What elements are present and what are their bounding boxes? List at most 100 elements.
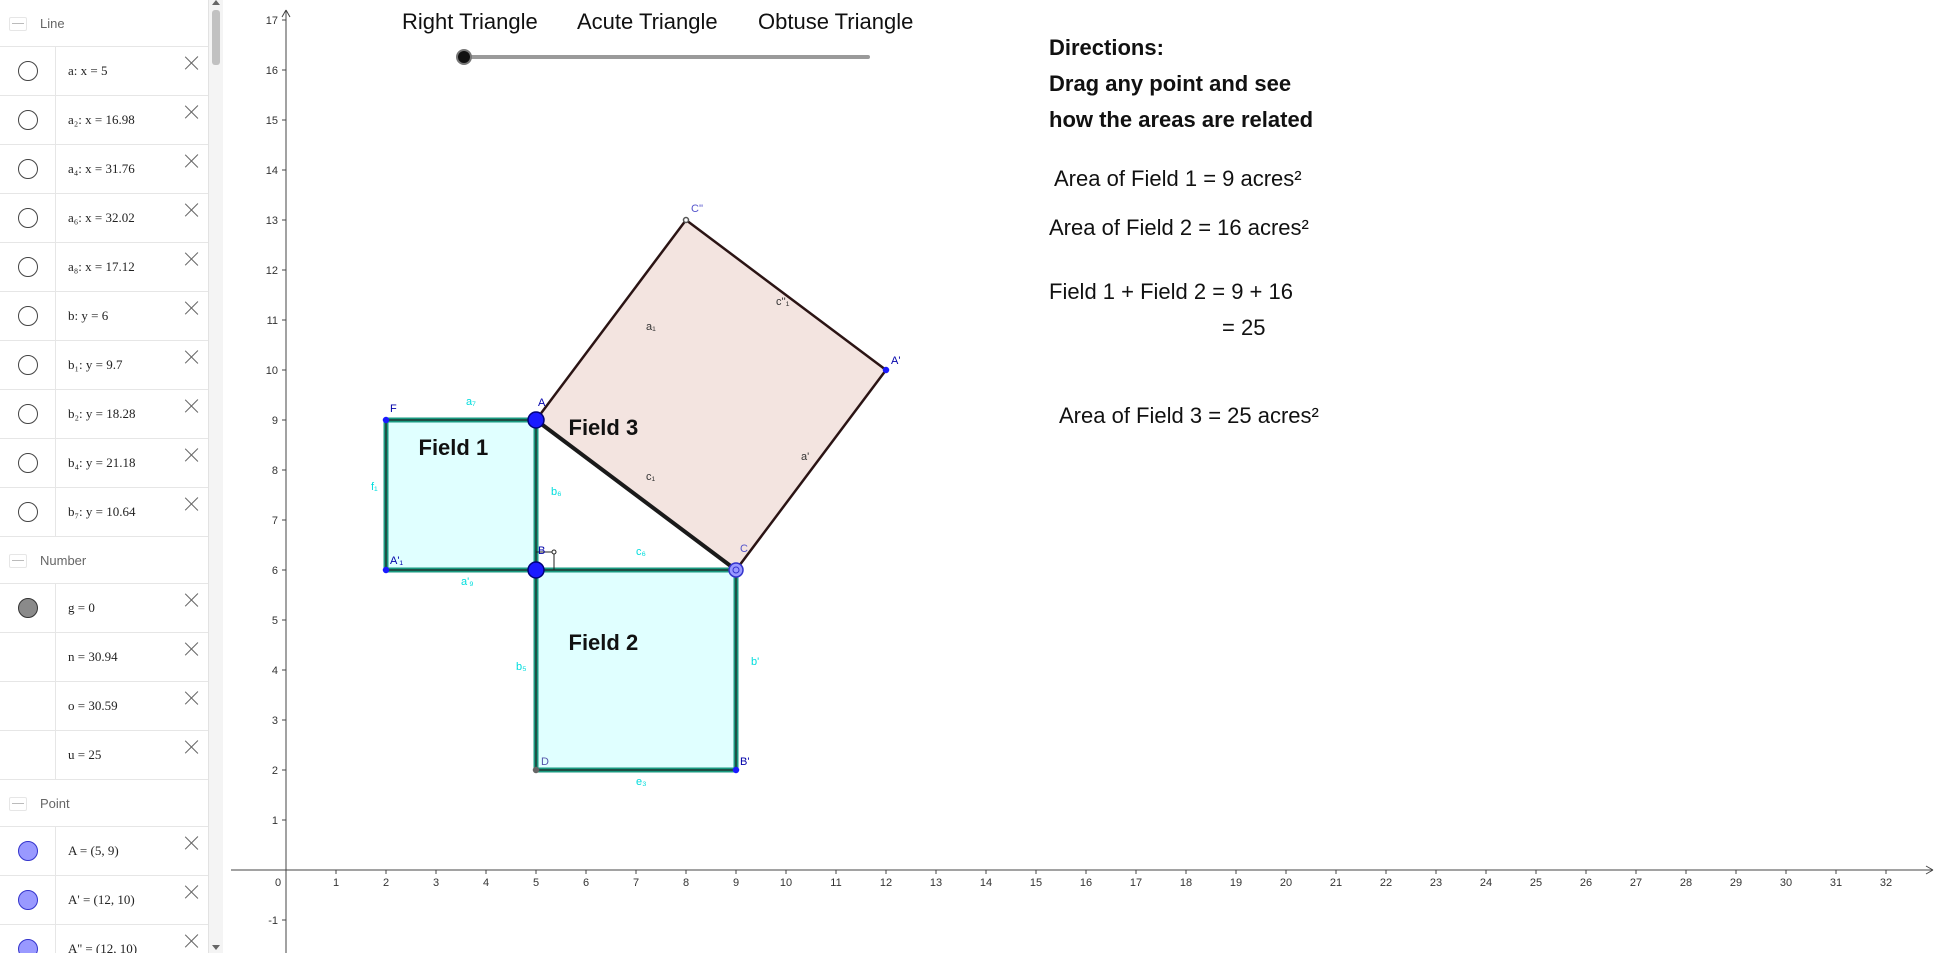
algebra-row[interactable]: A = (5, 9)	[0, 827, 208, 876]
algebra-definition[interactable]: g = 0	[56, 600, 95, 616]
algebra-definition[interactable]: o = 30.59	[56, 698, 118, 714]
algebra-definition[interactable]: a₆: x = 32.02	[56, 210, 135, 226]
visibility-toggle[interactable]	[0, 876, 56, 924]
scroll-up-icon[interactable]	[212, 0, 220, 5]
visibility-toggle[interactable]	[0, 488, 56, 536]
visibility-dot-icon[interactable]	[17, 598, 38, 618]
algebra-definition[interactable]: a₈: x = 17.12	[56, 259, 135, 275]
scroll-down-icon[interactable]	[212, 945, 220, 950]
visibility-toggle[interactable]	[0, 194, 56, 242]
collapse-icon[interactable]	[9, 553, 27, 568]
algebra-definition[interactable]: b: y = 6	[56, 308, 108, 324]
delete-icon[interactable]	[182, 200, 202, 220]
visibility-dot-icon[interactable]	[17, 404, 38, 424]
algebra-row[interactable]: b₂: y = 18.28	[0, 390, 208, 439]
algebra-row[interactable]: u = 25	[0, 731, 208, 780]
visibility-toggle[interactable]	[0, 827, 56, 875]
point-f[interactable]	[382, 416, 390, 424]
delete-icon[interactable]	[182, 590, 202, 610]
point-ap[interactable]	[882, 366, 890, 374]
delete-icon[interactable]	[182, 688, 202, 708]
algebra-row[interactable]: b₄: y = 21.18	[0, 439, 208, 488]
visibility-dot-icon[interactable]	[17, 257, 38, 277]
visibility-dot-icon[interactable]	[17, 306, 38, 326]
visibility-dot-icon[interactable]	[17, 939, 38, 953]
delete-icon[interactable]	[182, 151, 202, 171]
visibility-toggle[interactable]	[0, 390, 56, 438]
point-a1[interactable]	[382, 566, 390, 574]
delete-icon[interactable]	[182, 882, 202, 902]
algebra-row[interactable]: n = 30.94	[0, 633, 208, 682]
collapse-icon[interactable]	[9, 16, 27, 31]
delete-icon[interactable]	[182, 53, 202, 73]
algebra-definition[interactable]: b₄: y = 21.18	[56, 455, 135, 471]
visibility-dot-icon[interactable]	[17, 208, 38, 228]
field2-square[interactable]	[533, 567, 739, 773]
algebra-row[interactable]: b: y = 6	[0, 292, 208, 341]
delete-icon[interactable]	[182, 298, 202, 318]
visibility-toggle[interactable]	[0, 682, 56, 730]
algebra-row[interactable]: a₄: x = 31.76	[0, 145, 208, 194]
visibility-toggle[interactable]	[0, 633, 56, 681]
visibility-dot-icon[interactable]	[17, 355, 38, 375]
algebra-row[interactable]: a₆: x = 32.02	[0, 194, 208, 243]
algebra-row[interactable]: a₂: x = 16.98	[0, 96, 208, 145]
group-header-point[interactable]: Point	[0, 780, 208, 827]
collapse-icon[interactable]	[9, 796, 27, 811]
algebra-row[interactable]: A' = (12, 10)	[0, 876, 208, 925]
visibility-dot-icon[interactable]	[17, 159, 38, 179]
visibility-toggle[interactable]	[0, 731, 56, 779]
algebra-definition[interactable]: b₇: y = 10.64	[56, 504, 135, 520]
point-cpp[interactable]	[682, 216, 690, 224]
algebra-row[interactable]: a: x = 5	[0, 47, 208, 96]
delete-icon[interactable]	[182, 396, 202, 416]
delete-icon[interactable]	[182, 494, 202, 514]
algebra-definition[interactable]: a₄: x = 31.76	[56, 161, 135, 177]
delete-icon[interactable]	[182, 639, 202, 659]
algebra-row[interactable]: a₈: x = 17.12	[0, 243, 208, 292]
algebra-definition[interactable]: b₂: y = 18.28	[56, 406, 135, 422]
algebra-row[interactable]: o = 30.59	[0, 682, 208, 731]
visibility-toggle[interactable]	[0, 47, 56, 95]
group-header-number[interactable]: Number	[0, 537, 208, 584]
delete-icon[interactable]	[182, 737, 202, 757]
visibility-toggle[interactable]	[0, 341, 56, 389]
algebra-scrollbar[interactable]	[208, 0, 223, 953]
algebra-definition[interactable]: a₂: x = 16.98	[56, 112, 135, 128]
visibility-toggle[interactable]	[0, 96, 56, 144]
triangle-slider-handle[interactable]	[456, 49, 472, 65]
visibility-dot-icon[interactable]	[17, 841, 38, 861]
algebra-definition[interactable]: A' = (12, 10)	[56, 892, 135, 908]
visibility-toggle[interactable]	[0, 243, 56, 291]
algebra-definition[interactable]: A = (5, 9)	[56, 843, 119, 859]
point-a[interactable]	[527, 411, 545, 429]
algebra-definition[interactable]: A'' = (12, 10)	[56, 941, 137, 953]
point-c[interactable]	[728, 562, 744, 578]
delete-icon[interactable]	[182, 931, 202, 951]
visibility-dot-icon[interactable]	[17, 61, 38, 81]
visibility-toggle[interactable]	[0, 584, 56, 632]
visibility-toggle[interactable]	[0, 925, 56, 953]
visibility-toggle[interactable]	[0, 439, 56, 487]
visibility-dot-icon[interactable]	[17, 502, 38, 522]
scrollbar-thumb[interactable]	[212, 10, 220, 65]
delete-icon[interactable]	[182, 445, 202, 465]
algebra-row[interactable]: b₇: y = 10.64	[0, 488, 208, 537]
delete-icon[interactable]	[182, 102, 202, 122]
visibility-toggle[interactable]	[0, 145, 56, 193]
visibility-toggle[interactable]	[0, 292, 56, 340]
algebra-row[interactable]: b₁: y = 9.7	[0, 341, 208, 390]
algebra-row[interactable]: A'' = (12, 10)	[0, 925, 208, 953]
visibility-dot-icon[interactable]	[17, 110, 38, 130]
visibility-dot-icon[interactable]	[17, 890, 38, 910]
algebra-definition[interactable]: b₁: y = 9.7	[56, 357, 122, 373]
graphics-view[interactable]: 0 1 2 3 4 5 6 7 8 9 10 11 12 13 14 15 16 17 18 19 20 21 22 23 24…	[223, 0, 1938, 953]
algebra-definition[interactable]: u = 25	[56, 747, 101, 763]
visibility-dot-icon[interactable]	[17, 453, 38, 473]
point-d[interactable]	[532, 766, 540, 774]
point-b[interactable]	[527, 561, 545, 579]
delete-icon[interactable]	[182, 249, 202, 269]
delete-icon[interactable]	[182, 833, 202, 853]
algebra-row[interactable]: g = 0	[0, 584, 208, 633]
group-header-line[interactable]: Line	[0, 0, 208, 47]
